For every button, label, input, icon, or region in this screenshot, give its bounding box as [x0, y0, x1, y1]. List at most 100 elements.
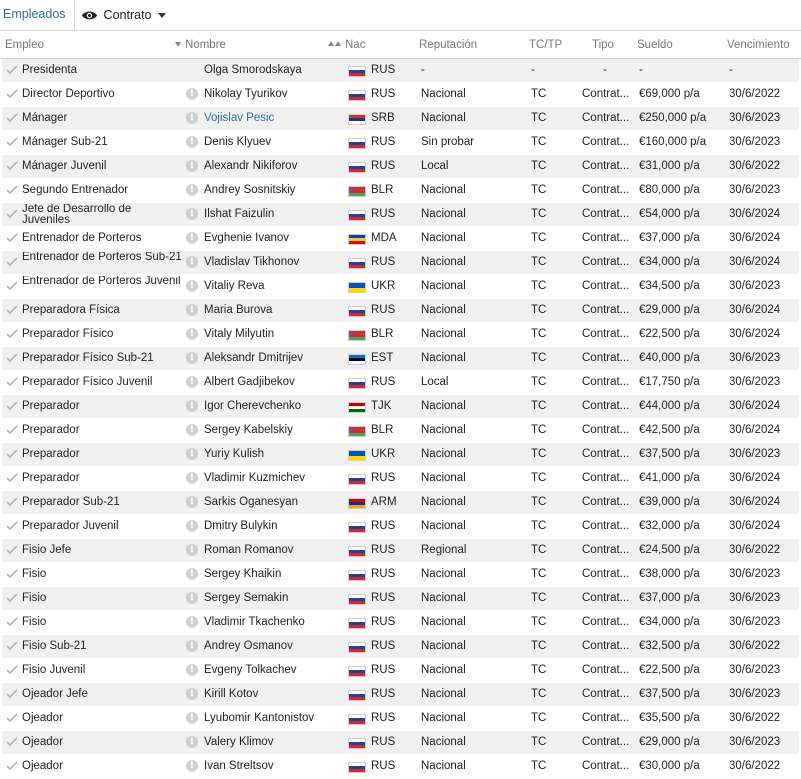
table-row[interactable]: Ojeador i Lyubomir Kantonistov RUS Nacional T…	[2, 707, 799, 731]
cell-nombre[interactable]: Yuriy Kulish	[204, 443, 344, 466]
checkmark-icon[interactable]	[6, 521, 18, 531]
cell-nombre[interactable]: Alexandr Nikiforov	[204, 155, 344, 178]
table-row[interactable]: Ojeador Jefe i Kirill Kotov RUS Nacional TC Co…	[2, 683, 799, 707]
cell-nombre[interactable]: Andrey Osmanov	[204, 635, 344, 658]
checkmark-icon[interactable]	[6, 713, 18, 723]
table-row[interactable]: Fisio Jefe i Roman Romanov RUS Regional TC Con…	[2, 539, 799, 563]
table-row[interactable]: Fisio Sub-21 i Andrey Osmanov RUS Nacional TC…	[2, 635, 799, 659]
checkmark-icon[interactable]	[6, 761, 18, 771]
cell-nombre[interactable]: Vladislav Tikhonov	[204, 251, 344, 274]
cell-nombre[interactable]: Albert Gadjibekov	[204, 371, 344, 394]
cell-nombre[interactable]: Andrey Sosnitskiy	[204, 179, 344, 202]
cell-nombre[interactable]: Aleksandr Dmitrijev	[204, 347, 344, 370]
cell-nombre[interactable]: Evgeny Tolkachev	[204, 659, 344, 682]
cell-nombre[interactable]: Ivan Streltsov	[204, 755, 344, 778]
info-icon[interactable]: i	[186, 208, 198, 220]
info-icon[interactable]: i	[186, 136, 198, 148]
checkmark-icon[interactable]	[6, 425, 18, 435]
cell-nombre[interactable]: Roman Romanov	[204, 539, 344, 562]
checkmark-icon[interactable]	[6, 257, 18, 267]
column-header-nac[interactable]: Nac	[328, 39, 365, 51]
cell-nombre[interactable]: Valery Klimov	[204, 731, 344, 754]
table-row[interactable]: Entrenador de Porteros Juvenil i Vitaliy R…	[2, 275, 799, 299]
cell-nombre[interactable]: Olga Smorodskaya	[204, 59, 344, 82]
info-icon[interactable]: i	[186, 688, 198, 700]
info-icon[interactable]: i	[186, 760, 198, 772]
info-icon[interactable]: i	[186, 400, 198, 412]
checkmark-icon[interactable]	[6, 473, 18, 483]
table-row[interactable]: Fisio i Vladimir Tkachenko RUS Nacional TC Con…	[2, 611, 799, 635]
info-icon[interactable]: i	[186, 88, 198, 100]
table-row[interactable]: Preparador i Sergey Kabelskiy BLR Nacional TC…	[2, 419, 799, 443]
checkmark-icon[interactable]	[6, 641, 18, 651]
checkmark-icon[interactable]	[6, 377, 18, 387]
checkmark-icon[interactable]	[6, 305, 18, 315]
cell-nombre[interactable]: Sergey Khaikin	[204, 563, 344, 586]
checkmark-icon[interactable]	[6, 353, 18, 363]
info-icon[interactable]: i	[186, 496, 198, 508]
checkmark-icon[interactable]	[6, 113, 18, 123]
info-icon[interactable]: i	[186, 664, 198, 676]
checkmark-icon[interactable]	[6, 161, 18, 171]
column-header-tctp[interactable]: TC/TP	[529, 39, 562, 51]
tab-empleados[interactable]: Empleados	[3, 0, 75, 30]
info-icon[interactable]: i	[186, 640, 198, 652]
table-row[interactable]: Fisio i Sergey Semakin RUS Nacional TC Contrat…	[2, 587, 799, 611]
checkmark-icon[interactable]	[6, 689, 18, 699]
table-row[interactable]: Jefe de Desarrollo de Juveniles i Ilshat F…	[2, 203, 799, 227]
info-icon[interactable]: i	[186, 448, 198, 460]
column-header-vencimiento[interactable]: Vencimiento	[727, 39, 790, 51]
cell-nombre[interactable]: Sarkis Oganesyan	[204, 491, 344, 514]
checkmark-icon[interactable]	[6, 737, 18, 747]
checkmark-icon[interactable]	[6, 401, 18, 411]
info-icon[interactable]: i	[186, 544, 198, 556]
table-row[interactable]: Mánager Sub-21 i Denis Klyuev RUS Sin probar…	[2, 131, 799, 155]
cell-nombre[interactable]: Ilshat Faizulin	[204, 203, 344, 226]
table-row[interactable]: Ojeador i Ivan Streltsov RUS Nacional TC Contr…	[2, 755, 799, 779]
table-row[interactable]: Preparador Físico i Vitaly Milyutin BLR Naci…	[2, 323, 799, 347]
checkmark-icon[interactable]	[6, 449, 18, 459]
cell-nombre[interactable]: Vitaliy Reva	[204, 275, 344, 298]
info-icon[interactable]: i	[186, 592, 198, 604]
cell-nombre[interactable]: Denis Klyuev	[204, 131, 344, 154]
checkmark-icon[interactable]	[6, 185, 18, 195]
checkmark-icon[interactable]	[6, 233, 18, 243]
table-row[interactable]: Segundo Entrenador i Andrey Sosnitskiy BLR N…	[2, 179, 799, 203]
info-icon[interactable]: i	[186, 568, 198, 580]
checkmark-icon[interactable]	[6, 89, 18, 99]
table-row[interactable]: Presidenta Olga Smorodskaya RUS - - - - -	[2, 59, 799, 83]
checkmark-icon[interactable]	[6, 65, 18, 75]
info-icon[interactable]: i	[186, 424, 198, 436]
checkmark-icon[interactable]	[6, 281, 18, 291]
info-icon[interactable]: i	[186, 376, 198, 388]
cell-nombre[interactable]: Vladimir Tkachenko	[204, 611, 344, 634]
checkmark-icon[interactable]	[6, 569, 18, 579]
checkmark-icon[interactable]	[6, 497, 18, 507]
cell-nombre[interactable]: Vitaly Milyutin	[204, 323, 344, 346]
table-row[interactable]: Fisio i Sergey Khaikin RUS Nacional TC Contrat…	[2, 563, 799, 587]
cell-nombre[interactable]: Vladimir Kuzmichev	[204, 467, 344, 490]
info-icon[interactable]: i	[186, 280, 198, 292]
table-row[interactable]: Preparador i Yuriy Kulish UKR Nacional TC Cont…	[2, 443, 799, 467]
table-row[interactable]: Mánager i Vojislav Pesic SRB Nacional TC Contr…	[2, 107, 799, 131]
info-icon[interactable]: i	[186, 184, 198, 196]
table-row[interactable]: Fisio Juvenil i Evgeny Tolkachev RUS Naciona…	[2, 659, 799, 683]
info-icon[interactable]: i	[186, 160, 198, 172]
info-icon[interactable]: i	[186, 712, 198, 724]
table-row[interactable]: Entrenador de Porteros Sub-21 i Vladislav …	[2, 251, 799, 275]
table-row[interactable]: Mánager Juvenil i Alexandr Nikiforov RUS Loc…	[2, 155, 799, 179]
table-row[interactable]: Preparador Juvenil i Dmitry Bulykin RUS Naci…	[2, 515, 799, 539]
cell-nombre[interactable]: Sergey Kabelskiy	[204, 419, 344, 442]
checkmark-icon[interactable]	[6, 665, 18, 675]
info-icon[interactable]: i	[186, 736, 198, 748]
table-row[interactable]: Preparador i Igor Cherevchenko TJK Nacional T…	[2, 395, 799, 419]
column-header-nombre[interactable]: Nombre	[175, 39, 226, 51]
table-row[interactable]: Preparadora Física i Maria Burova RUS Nacion…	[2, 299, 799, 323]
checkmark-icon[interactable]	[6, 209, 18, 219]
column-header-reputacion[interactable]: Reputación	[419, 39, 477, 51]
cell-nombre[interactable]: Dmitry Bulykin	[204, 515, 344, 538]
view-selector[interactable]: Contrato	[81, 8, 166, 22]
table-row[interactable]: Preparador i Vladimir Kuzmichev RUS Nacional…	[2, 467, 799, 491]
cell-nombre[interactable]: Nikolay Tyurikov	[204, 83, 344, 106]
checkmark-icon[interactable]	[6, 617, 18, 627]
